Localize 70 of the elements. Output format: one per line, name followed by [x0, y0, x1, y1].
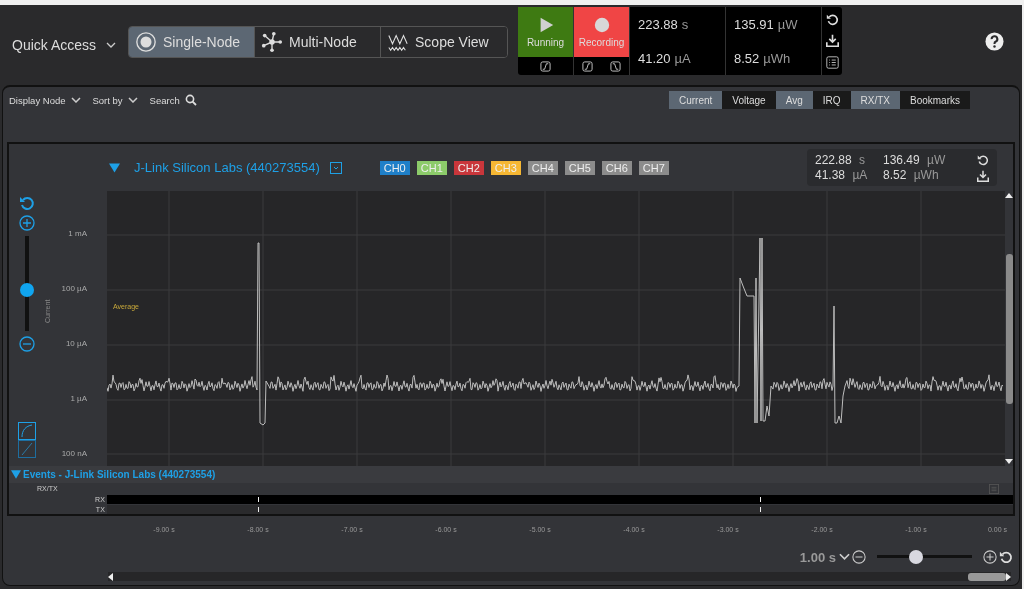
scrollbar[interactable]	[108, 572, 1011, 581]
chevron-down-icon[interactable]	[127, 97, 138, 103]
device-title: J-Link Silicon Labs (440273554)	[134, 160, 320, 175]
search-icon[interactable]	[184, 94, 197, 106]
axis-tick-label: 10 µA	[65, 339, 87, 348]
scrollbar[interactable]	[1005, 191, 1013, 466]
search-button[interactable]: Search	[149, 94, 197, 106]
zoom-in-icon[interactable]	[19, 215, 35, 231]
timebase-dropdown[interactable]: 1.00 s	[799, 549, 850, 565]
help-icon[interactable]	[985, 31, 1004, 51]
axis-tick-label: 1 mA	[68, 229, 87, 238]
zoom-out-icon[interactable]	[852, 550, 866, 564]
events-title: Events - J-Link Silicon Labs (440273554)	[23, 469, 216, 480]
record-icon	[592, 16, 611, 34]
trigger-icon[interactable]	[540, 60, 552, 72]
toggle-button[interactable]: Current	[668, 91, 723, 109]
network-nodes-icon	[261, 31, 284, 53]
axis-tick-label: 1 µA	[70, 394, 87, 403]
view-tab[interactable]: Single-Node	[129, 27, 256, 57]
filter-dropdown[interactable]: Sort by	[92, 94, 138, 106]
zoom-out-icon[interactable]	[19, 336, 35, 352]
radio-circle-icon	[135, 31, 158, 53]
measurement-value: 135.91 µW	[726, 7, 823, 41]
scrollbar-thumb[interactable]	[1005, 253, 1013, 404]
collapse-icon[interactable]	[11, 470, 21, 479]
measurement-value: 8.52 µWh	[726, 41, 823, 75]
channel-tag[interactable]: CH7	[638, 160, 669, 175]
toggle-button[interactable]: Bookmarks	[900, 91, 970, 109]
channel-tag[interactable]: CH6	[601, 160, 632, 175]
scroll-up-icon[interactable]	[1005, 193, 1013, 198]
measurement-value: 222.88 s	[815, 153, 867, 167]
falling-edge-icon[interactable]	[609, 60, 621, 72]
recording-button[interactable]: Recording	[574, 7, 630, 57]
channel-tag[interactable]: CH5	[564, 160, 595, 175]
measurement-value: 223.88 s	[630, 7, 727, 41]
toggle-button[interactable]: IRQ	[812, 91, 851, 109]
download-icon[interactable]	[825, 34, 839, 48]
zoom-in-icon[interactable]	[983, 550, 997, 564]
toggle-button[interactable]: Avg	[775, 91, 813, 109]
measurement-value: 41.20 µA	[630, 41, 727, 75]
measurement-value: 136.49 µW	[883, 153, 947, 167]
chevron-down-icon[interactable]	[70, 97, 81, 103]
reset-icon[interactable]	[999, 550, 1013, 564]
axis-tick-label: 100 nA	[61, 449, 87, 458]
reset-icon[interactable]	[977, 153, 989, 166]
toggle-button[interactable]: Voltage	[722, 91, 776, 109]
scrollbar-thumb[interactable]	[968, 572, 1006, 581]
log-scale-icon[interactable]	[18, 422, 36, 440]
slider-thumb[interactable]	[20, 283, 34, 298]
dropdown-icon[interactable]	[329, 161, 342, 174]
channel-tag[interactable]: CH2	[453, 160, 484, 175]
collapse-icon[interactable]	[109, 162, 120, 173]
measurement-value: 8.52 µWh	[883, 168, 940, 182]
quick-access-menu[interactable]: Quick Access	[12, 37, 117, 53]
rising-edge-icon[interactable]	[582, 60, 594, 72]
slider-thumb[interactable]	[908, 550, 923, 564]
channel-tag[interactable]: CH4	[527, 160, 558, 175]
scroll-down-icon[interactable]	[1005, 459, 1013, 464]
scroll-left-icon[interactable]	[108, 572, 113, 581]
waveform-icon	[387, 31, 410, 53]
chevron-down-icon[interactable]	[839, 553, 850, 561]
reset-icon[interactable]	[825, 13, 839, 27]
axis-tick-label: 100 µA	[61, 284, 87, 293]
chevron-down-icon[interactable]	[106, 42, 117, 48]
measurement-value: 41.38 µA	[815, 168, 869, 182]
filter-dropdown[interactable]: Display Node	[9, 94, 81, 106]
download-icon[interactable]	[977, 169, 989, 182]
toggle-button[interactable]: RX/TX	[850, 91, 900, 109]
running-button[interactable]: Running	[518, 7, 574, 57]
channel-tag[interactable]: CH0	[379, 160, 410, 175]
